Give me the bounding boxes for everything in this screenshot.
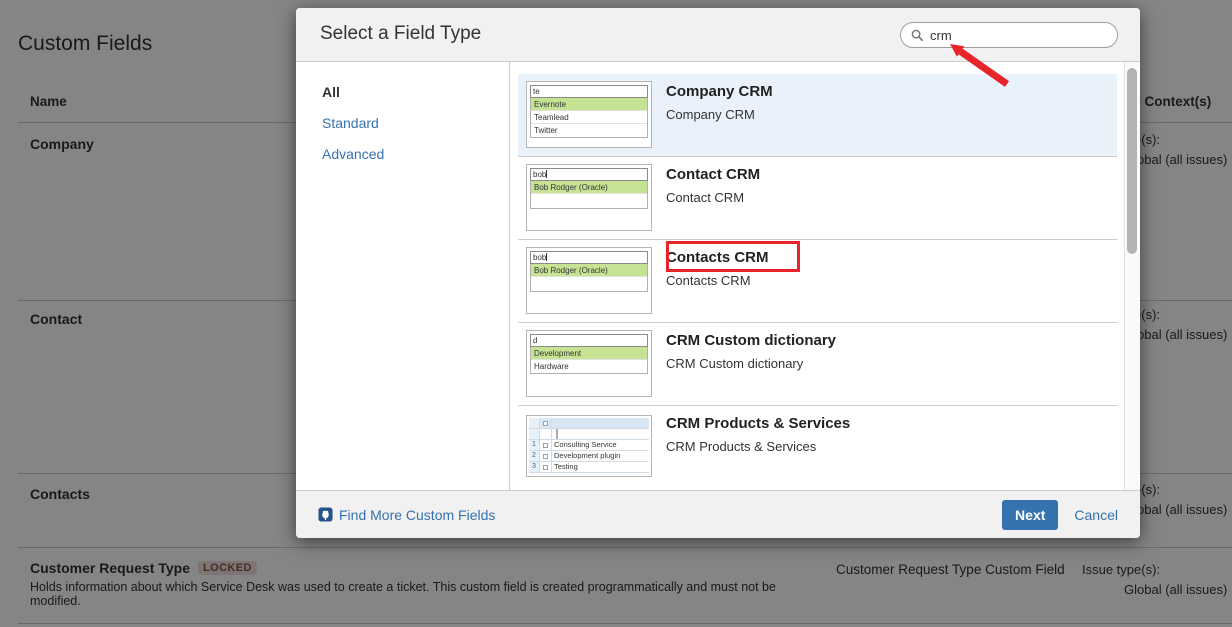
scrollbar-thumb[interactable] <box>1127 68 1137 254</box>
field-type-contacts-crm[interactable]: bob Bob Rodger (Oracle) Contacts CRM Con… <box>518 240 1117 323</box>
field-type-company-crm[interactable]: te Evernote Teamlead Twitter Company CRM… <box>518 74 1117 157</box>
field-type-description: Contacts CRM <box>666 273 769 288</box>
checkbox-icon <box>540 440 552 450</box>
preview-option <box>531 277 647 291</box>
field-preview-image: bob Bob Rodger (Oracle) <box>526 247 652 314</box>
dialog-header: Select a Field Type <box>296 8 1140 62</box>
scrollbar-track[interactable] <box>1124 62 1140 490</box>
field-type-crm-custom-dictionary[interactable]: d Development Hardware CRM Custom dictio… <box>518 323 1117 406</box>
sidebar-item-standard[interactable]: Standard <box>322 115 509 131</box>
field-preview-image: bob Bob Rodger (Oracle) <box>526 164 652 231</box>
field-type-description: Company CRM <box>666 107 773 122</box>
field-search-box[interactable] <box>900 22 1118 48</box>
field-preview-image: d Development Hardware <box>526 330 652 397</box>
sidebar-item-all[interactable]: All <box>322 84 509 100</box>
select-field-type-dialog: Select a Field Type All Standard Advance… <box>296 8 1140 538</box>
field-type-description: Contact CRM <box>666 190 760 205</box>
dialog-footer: Find More Custom Fields Next Cancel <box>296 490 1140 538</box>
marketplace-addon-icon <box>318 507 333 522</box>
cancel-link[interactable]: Cancel <box>1074 507 1118 523</box>
field-type-title: CRM Custom dictionary <box>666 332 836 349</box>
field-type-title: Contact CRM <box>666 166 760 183</box>
checkbox-icon <box>540 418 552 428</box>
preview-input: bob <box>530 168 648 181</box>
field-type-list: te Evernote Teamlead Twitter Company CRM… <box>518 74 1117 489</box>
preview-input: d <box>530 334 648 347</box>
preview-options: Evernote Teamlead Twitter <box>530 98 648 138</box>
preview-option: Bob Rodger (Oracle) <box>531 264 647 277</box>
preview-row-label: Testing <box>552 462 649 472</box>
search-icon <box>911 29 924 42</box>
field-preview-image: te Evernote Teamlead Twitter <box>526 81 652 148</box>
field-type-title: Company CRM <box>666 83 773 100</box>
checkbox-icon <box>540 462 552 472</box>
dialog-title: Select a Field Type <box>320 23 481 45</box>
preview-option <box>531 194 647 208</box>
preview-input: te <box>530 85 648 98</box>
field-type-crm-products-services[interactable]: 1 Consulting Service 2 Development plugi… <box>518 406 1117 489</box>
sidebar-item-advanced[interactable]: Advanced <box>322 146 509 162</box>
dialog-body: All Standard Advanced te Evernote Teamle… <box>296 62 1140 490</box>
field-preview-image: 1 Consulting Service 2 Development plugi… <box>526 415 652 477</box>
field-type-description: CRM Custom dictionary <box>666 356 836 371</box>
checkbox-icon <box>540 451 552 461</box>
next-button[interactable]: Next <box>1002 500 1058 530</box>
preview-row-label: Development plugin <box>552 451 649 461</box>
search-input[interactable] <box>930 28 1107 43</box>
preview-option: Evernote <box>531 98 647 111</box>
preview-input: bob <box>530 251 648 264</box>
dialog-sidebar: All Standard Advanced <box>296 62 510 490</box>
preview-options: Bob Rodger (Oracle) <box>530 181 648 209</box>
preview-options: Bob Rodger (Oracle) <box>530 264 648 292</box>
preview-option: Twitter <box>531 124 647 137</box>
field-type-contact-crm[interactable]: bob Bob Rodger (Oracle) Contact CRM Cont… <box>518 157 1117 240</box>
preview-options: Development Hardware <box>530 347 648 374</box>
preview-option: Hardware <box>531 360 647 373</box>
field-type-list-container: te Evernote Teamlead Twitter Company CRM… <box>510 62 1140 490</box>
preview-option: Development <box>531 347 647 360</box>
field-type-title: Contacts CRM <box>666 249 769 266</box>
field-type-title: CRM Products & Services <box>666 415 850 432</box>
field-type-description: CRM Products & Services <box>666 439 850 454</box>
preview-option: Bob Rodger (Oracle) <box>531 181 647 194</box>
preview-row-label: Consulting Service <box>552 440 649 450</box>
preview-option: Teamlead <box>531 111 647 124</box>
find-more-label: Find More Custom Fields <box>339 507 495 523</box>
find-more-custom-fields-link[interactable]: Find More Custom Fields <box>318 507 495 523</box>
